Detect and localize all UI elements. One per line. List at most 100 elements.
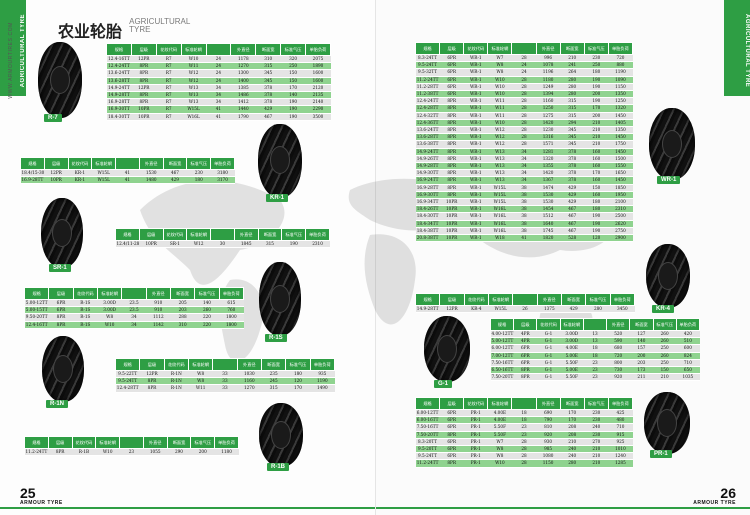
table-cell: 824 xyxy=(676,352,700,360)
table-cell: 280 xyxy=(560,83,585,92)
table-cell: 3.00D xyxy=(97,306,122,315)
table-cell: 38 xyxy=(511,220,537,228)
table-cell: 190 xyxy=(281,240,306,249)
table-cell: 200 xyxy=(190,448,215,457)
table-cell: 1490 xyxy=(310,384,335,393)
table-cell: 294 xyxy=(560,119,585,128)
column-header: 规格 xyxy=(114,358,141,371)
table-row: 20.8-38TT 10PR WR-1 W18 41 1820 528 120 2900 xyxy=(415,234,633,243)
table-cell: 378 xyxy=(560,169,585,178)
table-cell: 6PR xyxy=(439,423,464,432)
table-cell: 315 xyxy=(560,112,585,120)
table-cell: 429 xyxy=(255,105,281,114)
table-cell: 7.50-20TT xyxy=(490,373,514,382)
table-cell: WR-1 xyxy=(463,234,488,243)
table-row: 6.50-16TT 8PR G-1 5.00E 23 730 173 150 650 xyxy=(490,366,700,375)
column-header: 外直径 xyxy=(145,287,171,300)
table-cell: 5.00-12TT xyxy=(490,337,514,346)
table-cell: 203 xyxy=(170,306,195,315)
table-cell: 245 xyxy=(261,377,286,386)
table-cell: 280 xyxy=(585,305,611,314)
table-cell: 23.5 xyxy=(121,306,147,315)
table-row: 12.4-28TT 8PR R-1N W11 33 1270 315 170 1490 xyxy=(115,384,335,393)
table-cell: 8PR xyxy=(513,373,537,382)
table-cell: 30 xyxy=(210,240,235,249)
table-cell: 2900 xyxy=(608,234,633,243)
table-cell: 28 xyxy=(511,445,537,454)
table-cell: 1640 xyxy=(536,220,561,228)
table-cell: 6PR xyxy=(439,409,464,418)
column-header: 规格 xyxy=(489,318,515,331)
column-header: 标准轮辋 xyxy=(487,397,513,410)
table-cell: 1281 xyxy=(536,148,561,156)
table-cell: 13.6-24TT xyxy=(415,126,440,135)
table-cell: 157 xyxy=(629,344,654,353)
table-cell: 10PR xyxy=(131,105,157,114)
column-header: 断面宽 xyxy=(260,358,287,371)
table-cell: W8 xyxy=(188,377,213,386)
column-header: 外直径 xyxy=(236,358,262,371)
table-cell: 1750 xyxy=(608,140,633,149)
table-cell: WR-1 xyxy=(463,104,488,113)
table-row: 7.50-20TT 8PR PR-1 5.50F 23 920 208 230 915 xyxy=(415,431,633,439)
table-cell: 378 xyxy=(560,176,585,185)
table-cell: R-1S xyxy=(73,313,98,322)
table-cell: 10PR xyxy=(439,227,464,236)
table-cell: 230 xyxy=(584,431,609,439)
table-row: 6.00-12TT 6PR G-1 4.00E 18 680 157 250 600 xyxy=(490,344,700,353)
page-number: 25 xyxy=(20,485,36,501)
column-header: 外直径 xyxy=(233,228,259,241)
table-cell: 467 xyxy=(560,212,585,221)
table-row: 5.00-12TT 4PR G-1 3.00D 13 590 140 260 510 xyxy=(490,337,700,346)
column-header: 层级 xyxy=(48,287,74,300)
table-cell: 920 xyxy=(606,373,630,382)
spec-table-pr1: 规格 层级 花纹代码 标准轮辋 外直径 断面宽 标准气压 单胎负荷 6.00-12TT 6PR PR… xyxy=(414,397,634,468)
table-row: 16.9-28TT 8PR WR-1 W15L 38 1474 429 150 1850 xyxy=(415,184,633,192)
table-cell: 6PR xyxy=(513,352,537,360)
column-header: 单胎负荷 xyxy=(607,42,634,55)
table-cell: W8 xyxy=(487,452,512,461)
column-header: 规格 xyxy=(115,228,140,241)
table-cell: PR-1 xyxy=(463,431,488,439)
spec-table-g1: 规格 层级 花纹代码 标准轮辋 外直径 断面宽 标准气压 单胎负荷 4.00-12TT 4PR G-… xyxy=(489,318,701,382)
table-cell: 18.4/15-30TT xyxy=(20,169,45,178)
table-cell: 34 xyxy=(511,148,537,156)
table-cell: 14.9-30TT xyxy=(415,169,440,178)
table-cell: R-1S xyxy=(73,306,98,315)
table-row: 14.9-28TT 12PR KR-4 W15L 26 1375 429 280 3450 xyxy=(415,305,635,314)
table-cell: 6.50-16TT xyxy=(490,366,514,375)
table-cell: 230 xyxy=(584,54,609,63)
tyre-image-r7: R-7 xyxy=(30,42,88,122)
table-cell: 6PR xyxy=(439,76,464,84)
table-row: 9.5-20TT 6PR PR-1 W8 28 985 240 210 1010 xyxy=(415,445,633,454)
column-header: 标准气压 xyxy=(583,397,609,410)
table-cell: 11.2-24TT xyxy=(415,76,440,84)
table-cell: W8 xyxy=(97,313,122,322)
table-cell: 11.2-24TT xyxy=(415,459,440,468)
table-cell: 1090 xyxy=(608,76,633,84)
column-header: 断面宽 xyxy=(162,157,188,170)
table-cell: 210 xyxy=(584,126,609,135)
table-cell: G-1 xyxy=(536,344,561,353)
table-cell: 4PR xyxy=(513,330,537,339)
table-cell: WR-1 xyxy=(463,61,488,70)
table-cell: 34 xyxy=(121,313,147,322)
table-cell: 8PR xyxy=(439,104,464,113)
table-cell: 378 xyxy=(255,98,281,107)
table-cell: 8PR xyxy=(439,155,464,164)
table-cell: 2075 xyxy=(305,55,331,64)
table-cell: 1367 xyxy=(536,176,561,185)
table-cell: 480 xyxy=(608,416,633,425)
table-cell: 730 xyxy=(606,366,630,375)
table-cell: 1196 xyxy=(536,68,561,77)
table-cell: 2290 xyxy=(305,105,331,114)
column-header xyxy=(205,43,232,56)
table-cell: KR-4 xyxy=(464,305,489,314)
table-cell: 24 xyxy=(206,69,231,78)
table-cell: R-1B xyxy=(72,448,96,457)
table-cell: 800 xyxy=(606,359,630,368)
table-cell: 1055 xyxy=(143,448,168,457)
table-cell: 200 xyxy=(629,352,654,360)
table-cell: 260 xyxy=(653,337,677,346)
column-header: 外直径 xyxy=(536,293,562,306)
